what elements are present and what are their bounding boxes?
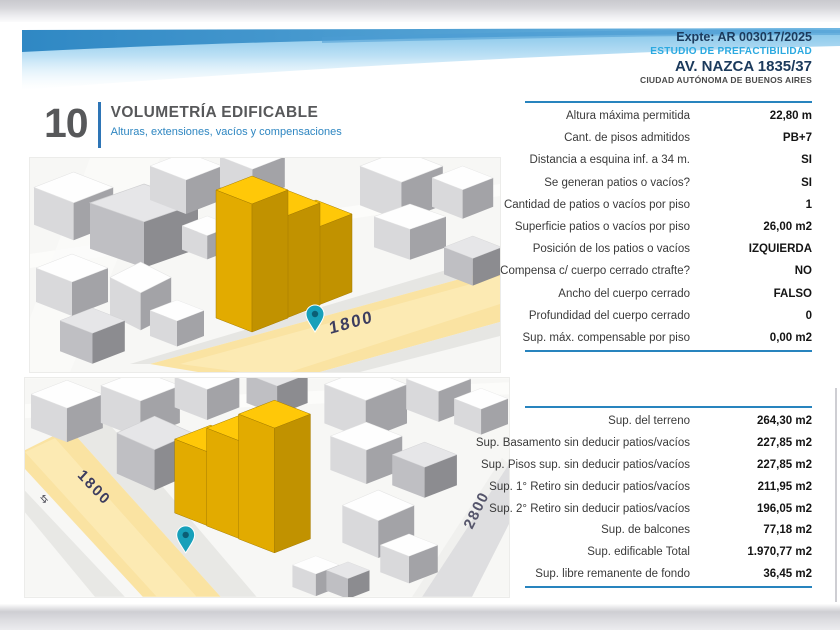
report-page: Expte: AR 003017/2025 ESTUDIO DE PREFACT…	[0, 0, 840, 630]
table-row: Sup. Basamento sin deducir patios/vacíos…	[525, 432, 812, 454]
table-row: Altura máxima permitida 22,80 m	[525, 105, 812, 127]
row-label: Compensa c/ cuerpo cerrado ctrafte?	[500, 265, 690, 277]
row-value: FALSO	[774, 288, 812, 300]
row-value: 264,30 m2	[757, 415, 812, 427]
row-value: 227,85 m2	[757, 437, 812, 449]
row-value: 1	[806, 199, 812, 211]
row-value: 26,00 m2	[763, 221, 812, 233]
table-row: Profundidad del cuerpo cerrado 0	[525, 305, 812, 327]
surfaces-table: Sup. del terreno 264,30 m2 Sup. Basamento …	[525, 406, 812, 588]
scan-edge-bottom	[0, 604, 840, 630]
table-row: Superficie patios o vacíos por piso26,00…	[525, 216, 812, 238]
table-row: Sup. máx. compensable por piso 0,00 m2	[525, 327, 812, 349]
row-value: 0,00 m2	[770, 332, 812, 344]
row-label: Distancia a esquina inf. a 34 m.	[530, 154, 690, 166]
table-row: Sup. 2° Retiro sin deducir patios/vacíos…	[525, 498, 812, 520]
row-value: SI	[801, 154, 812, 166]
parameters-table: Altura máxima permitida 22,80 m Cant. de p…	[525, 101, 812, 352]
row-value: 1.970,77 m2	[747, 546, 812, 558]
scan-edge-right	[835, 388, 837, 602]
row-label: Sup. 1° Retiro sin deducir patios/vacíos	[489, 481, 690, 493]
row-label: Sup. 2° Retiro sin deducir patios/vacíos	[489, 503, 690, 515]
volumetry-map-top: 1800	[30, 158, 500, 372]
row-label: Altura máxima permitida	[566, 110, 690, 122]
study-type: ESTUDIO DE PREFACTIBILIDAD	[650, 46, 812, 57]
row-label: Cant. de pisos admitidos	[564, 132, 690, 144]
row-value: 0	[806, 310, 812, 322]
table-row: Sup. de balcones 77,18 m2	[525, 519, 812, 541]
row-label: Sup. máx. compensable por piso	[523, 332, 690, 344]
row-label: Posición de los patios o vacíos	[533, 243, 690, 255]
row-label: Sup. del terreno	[608, 415, 690, 427]
row-label: Profundidad del cuerpo cerrado	[529, 310, 690, 322]
row-label: Ancho del cuerpo cerrado	[558, 288, 690, 300]
row-value: 227,85 m2	[757, 459, 812, 471]
property-address: AV. NAZCA 1835/37	[675, 58, 812, 75]
section-subtitle: Alturas, extensiones, vacíos y compensac…	[111, 126, 342, 138]
table-row: Se generan patios o vacíos? SI	[525, 172, 812, 194]
row-label: Sup. de balcones	[601, 524, 690, 536]
row-value: 211,95 m2	[758, 481, 812, 493]
table-row: Sup. edificable Total 1.970,77 m2	[525, 541, 812, 563]
row-label: Sup. Basamento sin deducir patios/vacíos	[476, 437, 690, 449]
row-label: Sup. edificable Total	[587, 546, 690, 558]
table-row: Sup. 1° Retiro sin deducir patios/vacíos…	[525, 476, 812, 498]
city-name: CIUDAD AUTÓNOMA DE BUENOS AIRES	[640, 75, 812, 85]
table-row: Posición de los patios o vacíos IZQUIERDA	[525, 238, 812, 260]
expediente-number: Expte: AR 003017/2025	[676, 30, 812, 44]
table-row: Distancia a esquina inf. a 34 m. SI	[525, 149, 812, 171]
row-value: SI	[801, 177, 812, 189]
row-label: Sup. Pisos sup. sin deducir patios/vacío…	[481, 459, 690, 471]
section-number: 10	[44, 100, 88, 148]
section-divider	[98, 102, 101, 148]
row-value: 77,18 m2	[763, 524, 812, 536]
section-header: 10 VOLUMETRÍA EDIFICABLE Alturas, extens…	[44, 100, 342, 148]
row-value: NO	[795, 265, 812, 277]
row-label: Sup. libre remanente de fondo	[535, 568, 690, 580]
table-row: Cant. de pisos admitidos PB+7	[525, 127, 812, 149]
table-row: Compensa c/ cuerpo cerrado ctrafte?NO	[525, 260, 812, 282]
table-row: Sup. Pisos sup. sin deducir patios/vacío…	[525, 454, 812, 476]
scan-edge-top	[0, 0, 840, 22]
row-label: Se generan patios o vacíos?	[544, 177, 690, 189]
row-value: 196,05 m2	[757, 503, 812, 515]
section-title: VOLUMETRÍA EDIFICABLE	[111, 104, 342, 122]
row-value: IZQUIERDA	[749, 243, 812, 255]
row-value: 22,80 m	[770, 110, 812, 122]
row-value: 36,45 m2	[763, 568, 812, 580]
row-label: Superficie patios o vacíos por piso	[515, 221, 690, 233]
row-value: PB+7	[783, 132, 812, 144]
table-row: Cantidad de patios o vacíos por piso1	[525, 194, 812, 216]
row-label: Cantidad de patios o vacíos por piso	[504, 199, 690, 211]
table-row: Ancho del cuerpo cerrado FALSO	[525, 283, 812, 305]
volumetry-map-bottom: ⇆ 1800 2800	[25, 378, 509, 597]
table-row: Sup. libre remanente de fondo 36,45 m2	[525, 563, 812, 585]
table-row: Sup. del terreno 264,30 m2	[525, 410, 812, 432]
